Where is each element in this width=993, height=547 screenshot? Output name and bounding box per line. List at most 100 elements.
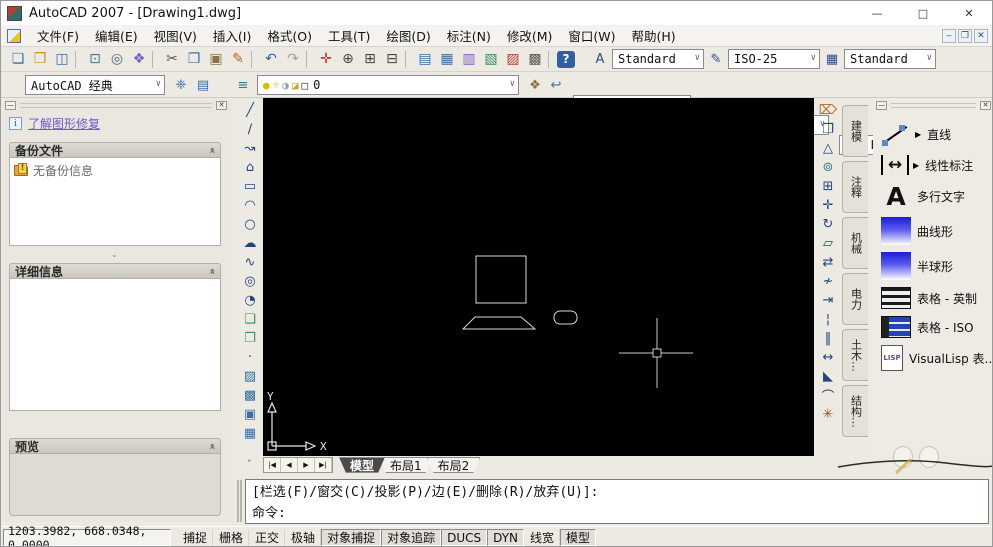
- chevron-down-icon[interactable]: ∨: [156, 79, 161, 89]
- palette-tool[interactable]: ↔ ▶ 线性标注: [881, 155, 992, 175]
- flyout-arrow-icon[interactable]: ▶: [915, 130, 921, 139]
- chevron-down-icon[interactable]: ∨: [811, 53, 816, 63]
- hatch-icon[interactable]: ▨: [240, 367, 260, 386]
- panel-grip[interactable]: [20, 103, 212, 108]
- mdi-close-icon[interactable]: ✕: [974, 29, 988, 43]
- table-icon[interactable]: ▦: [240, 424, 260, 443]
- status-toggle-button[interactable]: 对象追踪: [381, 529, 442, 546]
- command-text-area[interactable]: [栏选(F)/窗交(C)/投影(P)/边(E)/删除(R)/放弃(U)]: 命令…: [245, 479, 989, 524]
- menu-item[interactable]: 编辑(E): [87, 26, 146, 45]
- palette-minimize-icon[interactable]: —: [876, 100, 887, 110]
- arc-icon[interactable]: ◠: [240, 196, 260, 215]
- zoom-window-icon[interactable]: ⊞: [359, 49, 381, 69]
- redo-icon[interactable]: ↷: [282, 49, 304, 69]
- status-toggle-button[interactable]: 模型: [560, 529, 597, 546]
- toolbar-overflow-icon[interactable]: ˆ: [247, 460, 252, 470]
- make-block-icon[interactable]: ❐: [240, 329, 260, 348]
- menu-item[interactable]: 修改(M): [499, 26, 561, 45]
- layout-nav-icon[interactable]: ◀: [281, 458, 298, 472]
- collapse-icon[interactable]: «: [206, 147, 217, 153]
- palette-tool[interactable]: ▶ 表格 - ISO: [881, 316, 992, 338]
- point-icon[interactable]: ·: [240, 348, 260, 367]
- layout-nav-icon[interactable]: ▶|: [315, 458, 332, 472]
- layer-combo[interactable]: ● ☼ ◑ ◪ □ 0 ∨: [257, 75, 519, 95]
- backup-item[interactable]: 无备份信息: [10, 158, 220, 183]
- layout-tab[interactable]: 布局1: [379, 457, 433, 473]
- recovery-help-link[interactable]: 了解图形修复: [28, 115, 100, 132]
- palette-tool[interactable]: LISP ▶ VisualLisp 表...: [881, 345, 992, 371]
- layer-on-bulb-icon[interactable]: ●: [263, 79, 270, 92]
- publish-icon[interactable]: ❖: [128, 49, 150, 69]
- flyout-arrow-icon[interactable]: ▶: [913, 161, 919, 170]
- separator[interactable]: [75, 50, 82, 68]
- workspace-combo[interactable]: AutoCAD 经典 ∨: [25, 75, 165, 95]
- extend-icon[interactable]: ⇥: [818, 291, 838, 310]
- maximize-icon[interactable]: □: [900, 1, 946, 25]
- insert-block-icon[interactable]: ❏: [240, 310, 260, 329]
- plot-preview-icon[interactable]: ◎: [106, 49, 128, 69]
- undo-icon[interactable]: ↶: [260, 49, 282, 69]
- properties-icon[interactable]: ▤: [414, 49, 436, 69]
- new-icon[interactable]: ❏: [7, 49, 29, 69]
- break-at-point-icon[interactable]: ¦: [818, 310, 838, 329]
- palette-tab[interactable]: 建模: [842, 105, 868, 157]
- construction-line-icon[interactable]: ∕: [240, 120, 260, 139]
- copy-object-icon[interactable]: ❐: [818, 120, 838, 139]
- palette-tool[interactable]: ▶ 表格 - 英制: [881, 287, 992, 309]
- dim-style-combo[interactable]: ISO-25 ∨: [728, 49, 820, 69]
- layer-freeze-sun-icon[interactable]: ☼: [273, 79, 280, 92]
- status-toggle-button[interactable]: 捕捉: [177, 529, 214, 546]
- revision-cloud-icon[interactable]: ☁: [240, 234, 260, 253]
- menu-item[interactable]: 窗口(W): [560, 26, 623, 45]
- command-prompt-line[interactable]: 命令:: [252, 503, 982, 524]
- palette-grip[interactable]: [891, 102, 976, 108]
- status-toggle-button[interactable]: DUCS: [441, 529, 488, 546]
- help-icon[interactable]: ?: [557, 50, 575, 68]
- status-toggle-button[interactable]: 对象捕捉: [321, 529, 382, 546]
- make-layer-current-icon[interactable]: ❖: [525, 75, 545, 95]
- status-toggle-button[interactable]: 正交: [249, 529, 286, 546]
- close-icon[interactable]: ✕: [946, 1, 992, 25]
- sheet-set-manager-icon[interactable]: ▧: [480, 49, 502, 69]
- trim-icon[interactable]: ≁: [818, 272, 838, 291]
- fillet-icon[interactable]: ⌒: [818, 386, 838, 405]
- match-properties-icon[interactable]: ✎: [227, 49, 249, 69]
- chevron-down-icon[interactable]: ∨: [695, 53, 700, 63]
- mdi-restore-icon[interactable]: ❐: [958, 29, 972, 43]
- open-icon[interactable]: ❒: [29, 49, 51, 69]
- chevron-down-icon[interactable]: ∨: [927, 53, 932, 63]
- layout-nav-icon[interactable]: |◀: [264, 458, 281, 472]
- zoom-realtime-icon[interactable]: ⊕: [337, 49, 359, 69]
- separator[interactable]: [548, 50, 555, 68]
- pan-icon[interactable]: ✛: [315, 49, 337, 69]
- separator[interactable]: [306, 50, 313, 68]
- menu-item[interactable]: 绘图(D): [378, 26, 438, 45]
- mdi-minimize-icon[interactable]: ‒: [942, 29, 956, 43]
- command-window-grip[interactable]: [237, 480, 242, 522]
- layer-properties-manager-icon[interactable]: ≡: [233, 75, 253, 95]
- markup-icon[interactable]: ▨: [502, 49, 524, 69]
- backup-files-section-header[interactable]: 备份文件 «: [9, 142, 221, 158]
- status-toggle-button[interactable]: 极轴: [285, 529, 322, 546]
- preview-section-header[interactable]: 预览 «: [9, 438, 221, 454]
- palette-tab[interactable]: 结构…: [842, 385, 868, 437]
- splitter-chevron-icon[interactable]: ⌄: [111, 250, 118, 259]
- palette-tab[interactable]: 机械: [842, 217, 868, 269]
- workspace-settings-icon[interactable]: ❈: [171, 75, 191, 95]
- palette-tool[interactable]: ▶ 直线: [881, 120, 992, 148]
- chamfer-icon[interactable]: ◣: [818, 367, 838, 386]
- layer-freeze-viewport-icon[interactable]: ◑: [282, 79, 289, 92]
- menu-item[interactable]: 视图(V): [146, 26, 205, 45]
- drawing-canvas[interactable]: Y X: [263, 98, 814, 456]
- palette-tool[interactable]: ▶ 半球形: [881, 252, 992, 280]
- layout-nav-icon[interactable]: ▶: [298, 458, 315, 472]
- minimize-icon[interactable]: —: [854, 1, 900, 25]
- copy-icon[interactable]: ❐: [183, 49, 205, 69]
- workspace-save-icon[interactable]: ▤: [193, 75, 213, 95]
- separator[interactable]: [251, 50, 258, 68]
- panel-minimize-icon[interactable]: —: [5, 101, 16, 110]
- collapse-icon[interactable]: «: [206, 443, 217, 449]
- palette-close-icon[interactable]: ✕: [980, 100, 991, 110]
- layer-lock-icon[interactable]: ◪: [292, 79, 299, 92]
- table-style-combo[interactable]: Standard ∨: [844, 49, 936, 69]
